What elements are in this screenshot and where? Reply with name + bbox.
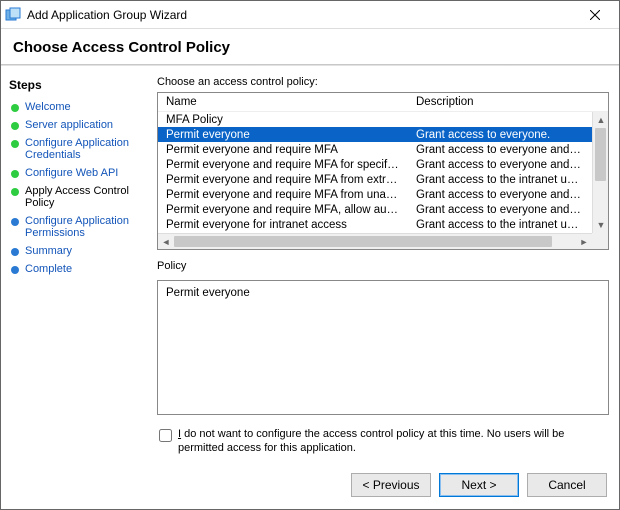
policy-description: Grant access to the intranet users. [408, 217, 592, 232]
policy-row[interactable]: Permit everyone and require MFA for spec… [158, 157, 592, 172]
step-2[interactable]: Configure Application Credentials [9, 134, 149, 164]
title-bar: Add Application Group Wizard [1, 1, 619, 29]
column-name[interactable]: Name [158, 93, 408, 111]
policy-name: Permit everyone and require MFA [158, 142, 408, 157]
cancel-button[interactable]: Cancel [527, 473, 607, 497]
step-0[interactable]: Welcome [9, 98, 149, 116]
horizontal-scrollbar[interactable]: ◄ ► [158, 233, 592, 249]
main-panel: Choose an access control policy: Name De… [151, 70, 619, 463]
policy-row[interactable]: Permit everyone and require MFAGrant acc… [158, 142, 592, 157]
policy-name: Permit everyone and require MFA from ext… [158, 172, 408, 187]
steps-title: Steps [9, 78, 149, 92]
close-icon [590, 10, 600, 20]
policy-name: Permit everyone and require MFA from una… [158, 187, 408, 202]
step-bullet-icon [11, 266, 19, 274]
scroll-left-icon[interactable]: ◄ [158, 234, 174, 249]
heading-separator [1, 64, 619, 66]
policy-description: Grant access to everyone. [408, 127, 592, 142]
wizard-window: Add Application Group Wizard Choose Acce… [0, 0, 620, 510]
step-bullet-icon [11, 170, 19, 178]
policy-detail-label: Policy [157, 260, 609, 272]
step-label: Apply Access Control Policy [25, 185, 149, 209]
step-7[interactable]: Complete [9, 260, 149, 278]
scroll-thumb-vertical[interactable] [595, 128, 606, 181]
step-label: Configure Application Credentials [25, 137, 149, 161]
scroll-up-icon[interactable]: ▲ [593, 112, 608, 128]
policy-detail-text: Permit everyone [166, 287, 250, 299]
step-bullet-icon [11, 248, 19, 256]
step-bullet-icon [11, 104, 19, 112]
scroll-thumb-horizontal[interactable] [174, 236, 552, 247]
scroll-right-icon[interactable]: ► [576, 234, 592, 249]
policy-name: MFA Policy [158, 112, 408, 127]
policy-detail-box: Permit everyone [157, 280, 609, 415]
step-5[interactable]: Configure Application Permissions [9, 212, 149, 242]
step-bullet-icon [11, 140, 19, 148]
step-bullet-icon [11, 218, 19, 226]
policy-description: Grant access to everyone and require MFA… [408, 187, 592, 202]
list-header: Name Description [158, 93, 608, 112]
close-button[interactable] [575, 1, 615, 28]
step-1[interactable]: Server application [9, 116, 149, 134]
step-3[interactable]: Configure Web API [9, 164, 149, 182]
policy-name: Permit everyone [158, 127, 408, 142]
policy-row[interactable]: Permit everyone and require MFA from una… [158, 187, 592, 202]
policy-name: Permit everyone and require MFA, allow a… [158, 202, 408, 217]
policy-list-label: Choose an access control policy: [157, 76, 609, 88]
skip-policy-checkbox-row[interactable]: I do not want to configure the access co… [157, 427, 609, 455]
app-icon [5, 7, 21, 23]
policy-description: Grant access to the intranet users and r… [408, 172, 592, 187]
scroll-down-icon[interactable]: ▼ [593, 217, 608, 233]
step-label: Welcome [25, 101, 71, 113]
policy-description: Grant access to everyone and require MFA… [408, 142, 592, 157]
policy-row[interactable]: Permit everyone for intranet accessGrant… [158, 217, 592, 232]
skip-policy-label: I do not want to configure the access co… [178, 427, 609, 455]
step-label: Configure Application Permissions [25, 215, 149, 239]
step-label: Configure Web API [25, 167, 118, 179]
policy-row[interactable]: MFA Policy [158, 112, 592, 127]
column-description[interactable]: Description [408, 93, 608, 111]
policy-name: Permit everyone and require MFA for spec… [158, 157, 408, 172]
step-bullet-icon [11, 188, 19, 196]
skip-policy-checkbox[interactable] [159, 429, 172, 442]
next-button[interactable]: Next > [439, 473, 519, 497]
policy-row[interactable]: Permit everyone and require MFA, allow a… [158, 202, 592, 217]
policy-list[interactable]: Name Description MFA PolicyPermit everyo… [157, 92, 609, 250]
scroll-corner [592, 233, 608, 249]
policy-name: Permit everyone for intranet access [158, 217, 408, 232]
step-6[interactable]: Summary [9, 242, 149, 260]
policy-row[interactable]: Permit everyoneGrant access to everyone. [158, 127, 592, 142]
previous-button[interactable]: < Previous [351, 473, 431, 497]
steps-panel: Steps Welcome Server application Configure… [1, 70, 151, 463]
policy-row[interactable]: Permit everyone and require MFA from ext… [158, 172, 592, 187]
page-heading: Choose Access Control Policy [1, 29, 619, 64]
step-4: Apply Access Control Policy [9, 182, 149, 212]
policy-description [408, 112, 592, 127]
window-title: Add Application Group Wizard [27, 8, 575, 22]
step-label: Summary [25, 245, 72, 257]
policy-description: Grant access to everyone and require MFA… [408, 202, 592, 217]
vertical-scrollbar[interactable]: ▲ ▼ [592, 112, 608, 233]
wizard-buttons: < Previous Next > Cancel [1, 463, 619, 509]
step-label: Complete [25, 263, 72, 275]
policy-description: Grant access to everyone and require MFA… [408, 157, 592, 172]
step-bullet-icon [11, 122, 19, 130]
step-label: Server application [25, 119, 113, 131]
